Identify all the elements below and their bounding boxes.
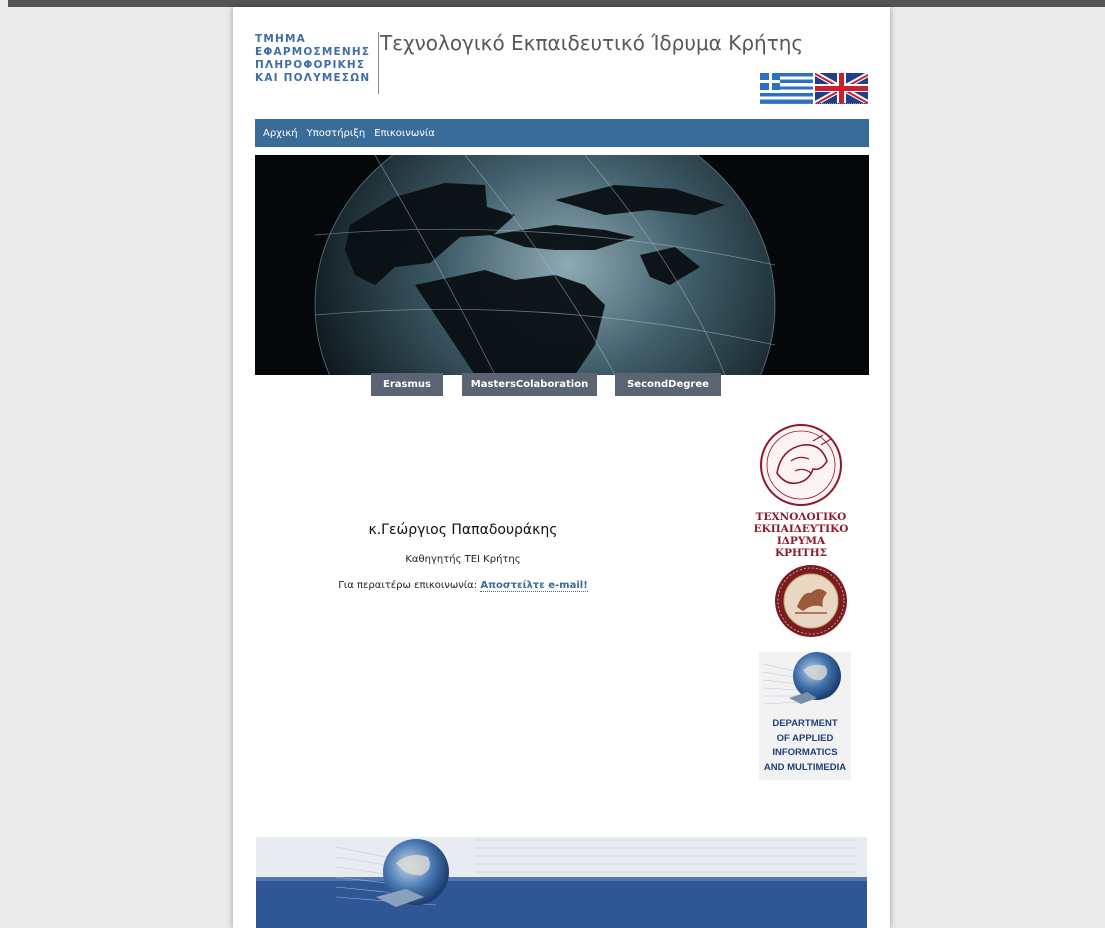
- tei-logo-line: ΙΔΡΥΜΑ ΚΡΗΤΗΣ: [774, 535, 828, 559]
- dept-logo-line: OF APPLIED: [776, 732, 834, 744]
- greek-flag-icon[interactable]: [760, 73, 813, 104]
- header-divider: [378, 32, 379, 94]
- person-role: Καθηγητής ΤΕΙ Κρήτης: [405, 554, 521, 565]
- person-name: κ.Γεώργιος Παπαδουράκης: [368, 522, 558, 538]
- main-nav: Αρχική Υποστήριξη Επικοινωνία: [255, 119, 869, 147]
- department-name[interactable]: ΤΜΗΜΑ ΕΦΑΡΜΟΣΜΕΝΗΣ ΠΛΗΡΟΦΟΡΙΚΗΣ ΚΑΙ ΠΟΛΥ…: [255, 33, 377, 85]
- tab-erasmus[interactable]: Erasmus: [371, 373, 443, 396]
- tei-seal-icon: [760, 424, 842, 506]
- seal-logo[interactable]: [773, 563, 849, 639]
- nav-item-home[interactable]: Αρχική: [263, 128, 298, 139]
- dept-line: ΤΜΗΜΑ: [255, 33, 306, 45]
- tei-crete-logo[interactable]: ΤΕΧΝΟΛΟΓΙΚΟ ΕΚΠΑΙΔΕΥΤΙΚΟ ΙΔΡΥΜΑ ΚΡΗΤΗΣ: [751, 421, 851, 559]
- tei-logo-line: ΤΕΧΝΟΛΟΓΙΚΟ: [755, 511, 847, 523]
- department-logo[interactable]: DEPARTMENT OF APPLIED INFORMATICS AND MU…: [759, 652, 851, 780]
- language-switcher: [760, 73, 870, 105]
- dept-line: ΠΛΗΡΟΦΟΡΙΚΗΣ: [255, 59, 366, 71]
- globe-banner: [255, 155, 869, 375]
- contact-line: Για περαιτέρω επικοινωνία: Αποστείλτε e-…: [273, 580, 653, 592]
- dept-globe-icon: [762, 652, 841, 705]
- dept-logo-line: DEPARTMENT: [772, 718, 838, 729]
- tab-masters-colaboration[interactable]: MastersColaboration: [462, 373, 597, 396]
- institution-title: Τεχνολογικό Εκπαιδευτικό Ίδρυμα Κρήτης: [380, 31, 804, 55]
- program-tabs: Erasmus MastersColaboration SecondDegree: [233, 373, 890, 397]
- dept-logo-line: INFORMATICS: [772, 747, 838, 758]
- footer-banner: [256, 837, 867, 928]
- uk-flag-icon[interactable]: [815, 73, 868, 104]
- seal-icon: [775, 565, 847, 637]
- page-container: ΤΜΗΜΑ ΕΦΑΡΜΟΣΜΕΝΗΣ ΠΛΗΡΟΦΟΡΙΚΗΣ ΚΑΙ ΠΟΛΥ…: [233, 7, 890, 928]
- nav-item-support[interactable]: Υποστήριξη: [307, 128, 366, 139]
- contact-prefix: Για περαιτέρω επικοινωνία:: [338, 580, 478, 591]
- tab-second-degree[interactable]: SecondDegree: [615, 373, 721, 396]
- tei-logo-text: ΤΕΧΝΟΛΟΓΙΚΟ ΕΚΠΑΙΔΕΥΤΙΚΟ ΙΔΡΥΜΑ ΚΡΗΤΗΣ: [751, 511, 851, 559]
- dept-logo-text: DEPARTMENT OF APPLIED INFORMATICS AND MU…: [759, 717, 851, 775]
- dept-line: ΕΦΑΡΜΟΣΜΕΝΗΣ: [255, 46, 371, 58]
- nav-item-contact[interactable]: Επικοινωνία: [374, 128, 435, 139]
- dept-line: ΚΑΙ ΠΟΛΥΜΕΣΩΝ: [255, 72, 371, 84]
- tei-logo-line: ΕΚΠΑΙΔΕΥΤΙΚΟ: [753, 523, 849, 535]
- top-strip: [8, 0, 1105, 7]
- email-link[interactable]: Αποστείλτε e-mail!: [480, 580, 588, 592]
- left-margin: [0, 0, 8, 928]
- dept-logo-line: AND MULTIMEDIA: [763, 761, 847, 773]
